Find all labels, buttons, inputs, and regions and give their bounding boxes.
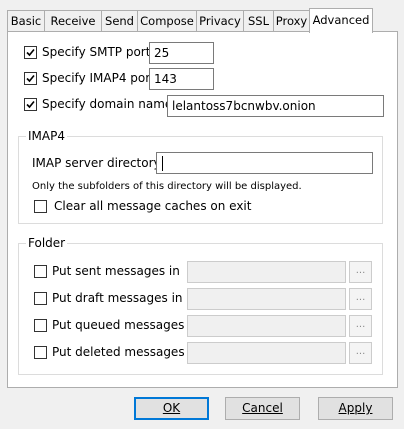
tab-proxy[interactable]: Proxy: [273, 10, 310, 31]
draft-folder-field[interactable]: [187, 288, 346, 310]
browse-draft-button[interactable]: ...: [349, 288, 372, 310]
ok-button[interactable]: OK: [134, 397, 209, 420]
smtp-port-label: Specify SMTP port: [42, 45, 151, 59]
browse-queued-button[interactable]: ...: [349, 315, 372, 337]
clear-caches-label: Clear all message caches on exit: [54, 199, 252, 213]
clear-caches-checkbox[interactable]: [34, 200, 47, 213]
ok-button-label: OK: [162, 401, 181, 415]
apply-button-label: Apply: [338, 401, 373, 415]
imap-port-field[interactable]: 143: [149, 68, 214, 90]
domain-name-field[interactable]: lelantoss7bcnwbv.onion: [167, 95, 384, 117]
browse-deleted-button[interactable]: ...: [349, 342, 372, 364]
deleted-folder-field[interactable]: [187, 342, 346, 364]
advanced-panel: Specify SMTP port 25 Specify IMAP4 port …: [7, 31, 398, 388]
cancel-button-label: Cancel: [242, 401, 283, 415]
domain-name-checkbox[interactable]: [24, 98, 37, 111]
checkmark-icon: [26, 74, 35, 83]
deleted-messages-checkbox[interactable]: [34, 346, 47, 359]
checkmark-icon: [26, 48, 35, 57]
draft-messages-checkbox[interactable]: [34, 292, 47, 305]
tab-ssl[interactable]: SSL: [243, 10, 274, 31]
queued-messages-checkbox[interactable]: [34, 319, 47, 332]
sent-messages-checkbox[interactable]: [34, 265, 47, 278]
imap-server-directory-field[interactable]: [156, 152, 373, 174]
draft-messages-label: Put draft messages in: [52, 291, 183, 305]
tab-basic[interactable]: Basic: [7, 10, 45, 31]
queued-messages-label: Put queued messages in: [52, 318, 200, 332]
queued-folder-field[interactable]: [187, 315, 346, 337]
apply-button[interactable]: Apply: [318, 397, 393, 420]
sent-messages-label: Put sent messages in: [52, 264, 180, 278]
tab-advanced[interactable]: Advanced: [309, 8, 373, 33]
tab-compose[interactable]: Compose: [137, 10, 197, 31]
imap-port-checkbox[interactable]: [24, 72, 37, 85]
tab-strip: Basic Receive Send Compose Privacy SSL P…: [7, 8, 399, 33]
smtp-port-checkbox[interactable]: [24, 46, 37, 59]
checkmark-icon: [26, 100, 35, 109]
imap4-group-title: IMAP4: [26, 129, 67, 143]
imap-port-label: Specify IMAP4 port: [42, 71, 155, 85]
imap-directory-hint: Only the subfolders of this directory wi…: [32, 181, 302, 192]
imap-server-directory-label: IMAP server directory: [32, 156, 161, 170]
browse-sent-button[interactable]: ...: [349, 261, 372, 283]
cancel-button[interactable]: Cancel: [225, 397, 300, 420]
tab-receive[interactable]: Receive: [44, 10, 102, 31]
text-cursor: [162, 156, 163, 171]
folder-group-title: Folder: [26, 236, 68, 250]
smtp-port-field[interactable]: 25: [149, 42, 214, 64]
tab-privacy[interactable]: Privacy: [196, 10, 244, 31]
sent-folder-field[interactable]: [187, 261, 346, 283]
domain-name-label: Specify domain name: [42, 97, 173, 111]
tab-send[interactable]: Send: [101, 10, 138, 31]
deleted-messages-label: Put deleted messages in: [52, 345, 200, 359]
